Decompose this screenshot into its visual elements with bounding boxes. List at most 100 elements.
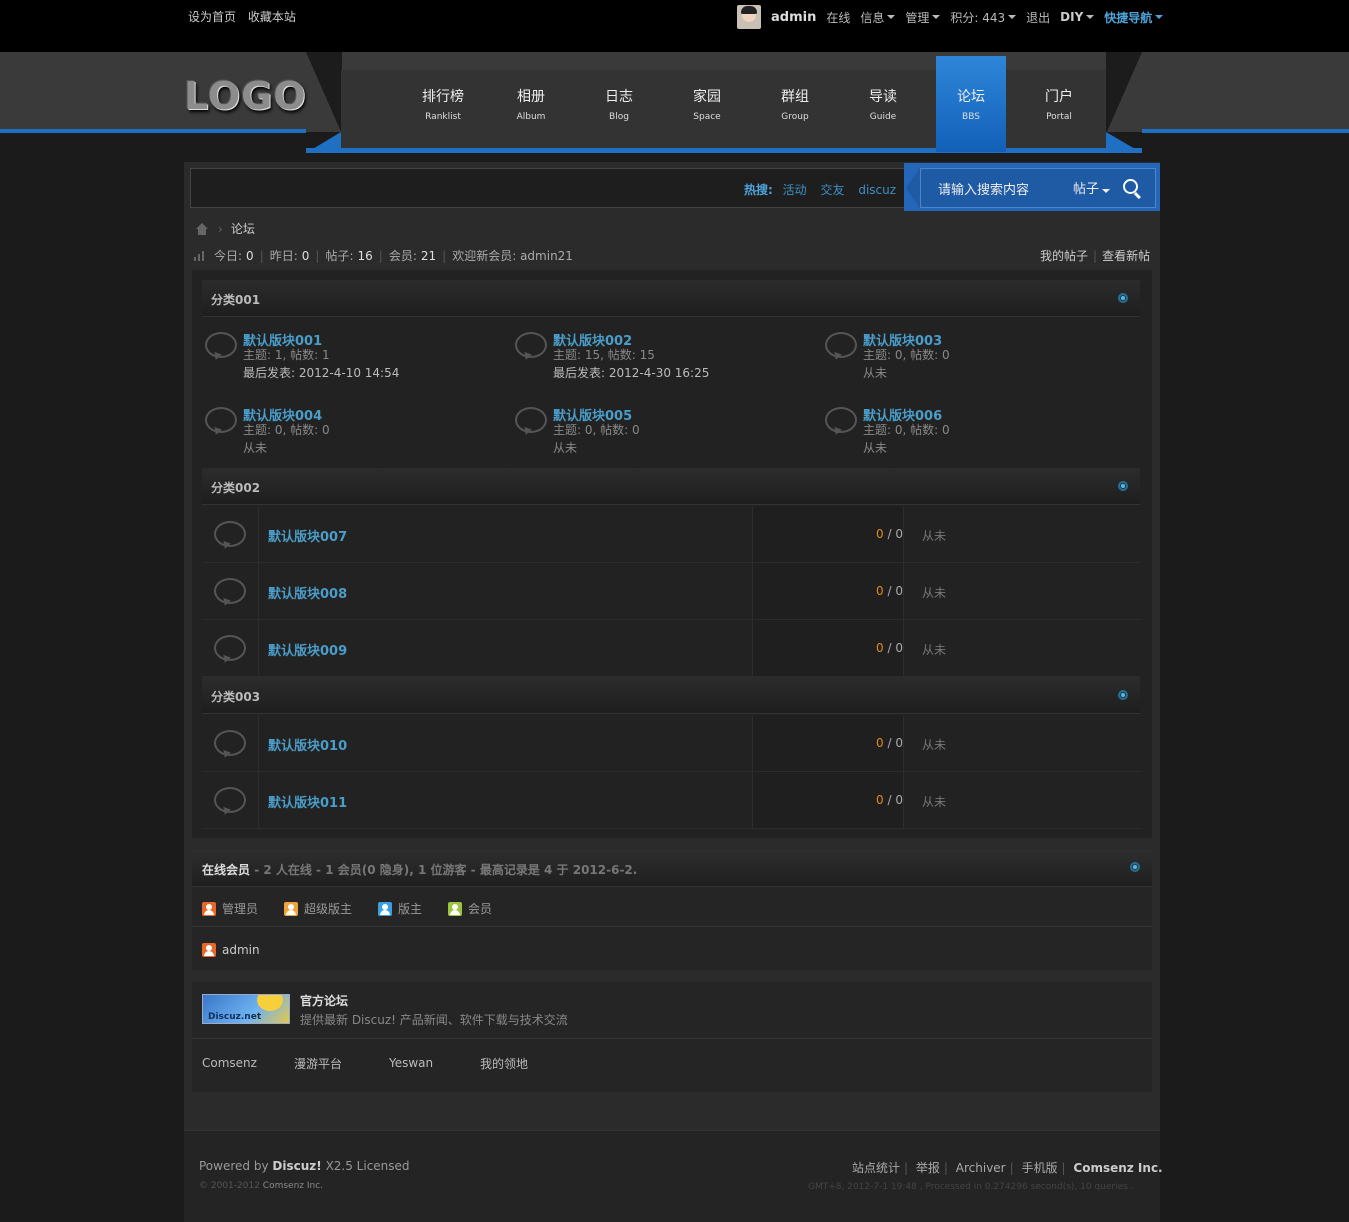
collapse-toggle-icon[interactable] xyxy=(1118,481,1128,491)
forum-last-post: 从未 xyxy=(863,366,888,380)
manage-menu[interactable]: 管理 xyxy=(905,9,941,26)
friend-link[interactable]: Yeswan xyxy=(389,1056,433,1070)
my-posts-link[interactable]: 我的帖子 xyxy=(1040,249,1088,263)
nav-item-space[interactable]: 家园 Space xyxy=(663,70,751,148)
breadcrumb-current[interactable]: 论坛 xyxy=(231,220,255,237)
forum-last-post[interactable]: 最后发表: 2012-4-10 14:54 xyxy=(243,364,399,382)
collapse-toggle-icon[interactable] xyxy=(1118,293,1128,303)
search-type-select[interactable]: 帖子 xyxy=(1073,178,1111,197)
online-user[interactable]: admin xyxy=(202,943,260,957)
quick-nav-menu[interactable]: 快捷导航 xyxy=(1104,9,1164,26)
forum-last-post: 从未 xyxy=(922,795,947,809)
messages-menu[interactable]: 信息 xyxy=(860,9,896,26)
stat-posts: 16 xyxy=(357,248,373,263)
copyright-company-link[interactable]: Comsenz Inc. xyxy=(263,1181,323,1191)
search-icon[interactable] xyxy=(1123,179,1138,194)
logout-link[interactable]: 退出 xyxy=(1026,9,1050,26)
forum-meta: 主题: 0, 帖数: 0 从未 xyxy=(243,421,330,457)
header-accent-right xyxy=(1142,129,1349,133)
footer-links: 站点统计 | 举报 | Archiver | 手机版 | Comsenz Inc. xyxy=(852,1161,1163,1175)
nav-bevel-right xyxy=(1106,52,1142,134)
nav-item-blog[interactable]: 日志 Blog xyxy=(575,70,663,148)
chevron-down-icon xyxy=(932,15,941,19)
forum-counts: 主题: 1, 帖数: 1 xyxy=(243,348,330,362)
post-count: 0 xyxy=(895,641,903,655)
stat-yesterday: 0 xyxy=(301,248,310,263)
forum-link[interactable]: 默认版块009 xyxy=(268,640,347,659)
forum-counts: 主题: 0, 帖数: 0 xyxy=(863,423,950,437)
nav-item-portal[interactable]: 门户 Portal xyxy=(1015,70,1103,148)
copyright: © 2001-2012 Comsenz Inc. xyxy=(199,1181,323,1191)
category-title[interactable]: 分类001 xyxy=(211,291,260,308)
hot-link-discuz[interactable]: discuz xyxy=(858,183,896,197)
post-count: 0 xyxy=(895,584,903,598)
hot-link-activity[interactable]: 活动 xyxy=(783,183,807,197)
nav-item-bbs[interactable]: 论坛 BBS xyxy=(936,56,1006,152)
category-header[interactable]: 分类002 xyxy=(202,468,1140,505)
hot-label: 热搜: xyxy=(744,183,773,197)
forum-last-post[interactable]: 最后发表: 2012-4-30 16:25 xyxy=(553,364,709,382)
nav-item-guide[interactable]: 导读 Guide xyxy=(839,70,927,148)
diy-menu[interactable]: DIY xyxy=(1060,10,1095,24)
online-username[interactable]: admin xyxy=(222,943,260,957)
category-header[interactable]: 分类001 xyxy=(202,280,1140,317)
avatar[interactable] xyxy=(737,5,761,29)
welcome-new-member[interactable]: 欢迎新会员: admin21 xyxy=(452,247,573,264)
friend-link[interactable]: 漫游平台 xyxy=(294,1055,342,1072)
search-input[interactable]: 请输入搜索内容 xyxy=(938,179,1029,198)
nav-bevel-left xyxy=(306,52,342,134)
forum-meta: 主题: 1, 帖数: 1 最后发表: 2012-4-10 14:54 xyxy=(243,346,399,382)
friend-link[interactable]: Comsenz xyxy=(202,1056,257,1070)
forum-status-icon xyxy=(214,578,246,604)
report-link[interactable]: 举报 xyxy=(916,1161,940,1175)
collapse-toggle-icon[interactable] xyxy=(1130,862,1140,872)
legend-super-moderator: 超级版主 xyxy=(284,900,352,917)
points-menu[interactable]: 积分: 443 xyxy=(950,9,1017,26)
hot-link-dating[interactable]: 交友 xyxy=(820,183,844,197)
site-logo[interactable]: LOGO xyxy=(184,74,307,118)
user-icon xyxy=(378,901,393,916)
forum-link[interactable]: 默认版块010 xyxy=(268,735,347,754)
archiver-link[interactable]: Archiver xyxy=(956,1161,1006,1175)
forum-link[interactable]: 默认版块008 xyxy=(268,583,347,602)
discuz-logo-text: Discuz.net xyxy=(208,1012,262,1022)
forum-row: 默认版块010 0 / 0 从未 xyxy=(202,715,1140,772)
user-group-legend: 管理员 超级版主 版主 会员 xyxy=(202,900,518,917)
hot-searches: 热搜: 活动 交友 discuz xyxy=(744,181,906,198)
online-members-header[interactable]: 在线会员 - 2 人在线 - 1 会员(0 隐身), 1 位游客 - 最高记录是… xyxy=(192,850,1152,887)
nav-item-ranklist[interactable]: 排行榜 Ranklist xyxy=(399,70,487,148)
thread-count: 0 xyxy=(876,527,884,541)
discuz-logo-image[interactable]: Discuz.net xyxy=(202,994,290,1024)
processing-info: GMT+8, 2012-7-1 19:48 , Processed in 0.2… xyxy=(808,1182,1134,1192)
official-forum-link[interactable]: 官方论坛 xyxy=(300,992,348,1009)
bookmark-link[interactable]: 收藏本站 xyxy=(248,10,296,24)
site-stats-link[interactable]: 站点统计 xyxy=(852,1161,900,1175)
nav-item-group[interactable]: 群组 Group xyxy=(751,70,839,148)
breadcrumb: › 论坛 xyxy=(194,220,255,237)
nav-label: 相册 xyxy=(517,89,545,105)
category-title[interactable]: 分类002 xyxy=(211,479,260,496)
user-icon xyxy=(202,901,216,916)
forum-last-post: 从未 xyxy=(922,643,947,657)
online-status[interactable]: 在线 xyxy=(826,9,850,26)
collapse-toggle-icon[interactable] xyxy=(1118,690,1128,700)
forum-link[interactable]: 默认版块007 xyxy=(268,526,347,545)
divider xyxy=(192,926,1152,927)
nav-sublabel: Guide xyxy=(869,112,897,122)
powered-brand-link[interactable]: Discuz! xyxy=(272,1159,321,1173)
category-header[interactable]: 分类003 xyxy=(202,677,1140,714)
nav-label: 排行榜 xyxy=(422,89,464,105)
forum-link[interactable]: 默认版块011 xyxy=(268,792,347,811)
nav-item-album[interactable]: 相册 Album xyxy=(487,70,575,148)
username-link[interactable]: admin xyxy=(771,10,816,25)
friend-link[interactable]: 我的领地 xyxy=(480,1055,528,1072)
forum-status-icon xyxy=(214,521,246,547)
new-posts-link[interactable]: 查看新帖 xyxy=(1102,249,1150,263)
chevron-down-icon xyxy=(1008,15,1017,19)
mobile-link[interactable]: 手机版 xyxy=(1022,1161,1058,1175)
forum-row: 默认版块007 0 / 0 从未 xyxy=(202,506,1140,563)
set-home-link[interactable]: 设为首页 xyxy=(188,10,236,24)
home-icon[interactable] xyxy=(194,222,210,235)
category-title[interactable]: 分类003 xyxy=(211,688,260,705)
company-link[interactable]: Comsenz Inc. xyxy=(1073,1161,1162,1175)
